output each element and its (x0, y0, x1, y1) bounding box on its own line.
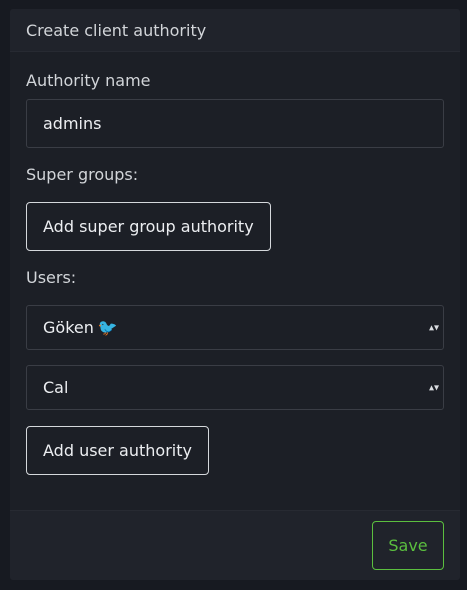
card-footer: Save (10, 510, 460, 580)
authority-name-input[interactable] (26, 99, 444, 148)
user-select-1[interactable]: Göken 🐦 ▴▾ (26, 305, 444, 350)
card-header: Create client authority (10, 9, 460, 52)
user-select-1-value: Göken (43, 318, 94, 337)
users-label: Users: (26, 268, 77, 287)
chevron-updown-icon: ▴▾ (428, 322, 439, 333)
add-super-group-authority-button[interactable]: Add super group authority (26, 202, 271, 251)
card-title: Create client authority (26, 20, 207, 40)
user-select-2-value: Cal (43, 378, 69, 397)
save-button[interactable]: Save (372, 521, 444, 570)
user-select-2[interactable]: Cal ▴▾ (26, 365, 444, 410)
card-body: Authority name Super groups: Add super g… (10, 52, 460, 475)
add-user-authority-button[interactable]: Add user authority (26, 426, 209, 475)
bird-emoji-icon: 🐦 (97, 318, 118, 337)
super-groups-label: Super groups: (26, 165, 139, 184)
create-client-authority-card: Create client authority Authority name S… (10, 9, 460, 580)
chevron-updown-icon: ▴▾ (428, 382, 439, 393)
authority-name-label: Authority name (26, 71, 151, 90)
